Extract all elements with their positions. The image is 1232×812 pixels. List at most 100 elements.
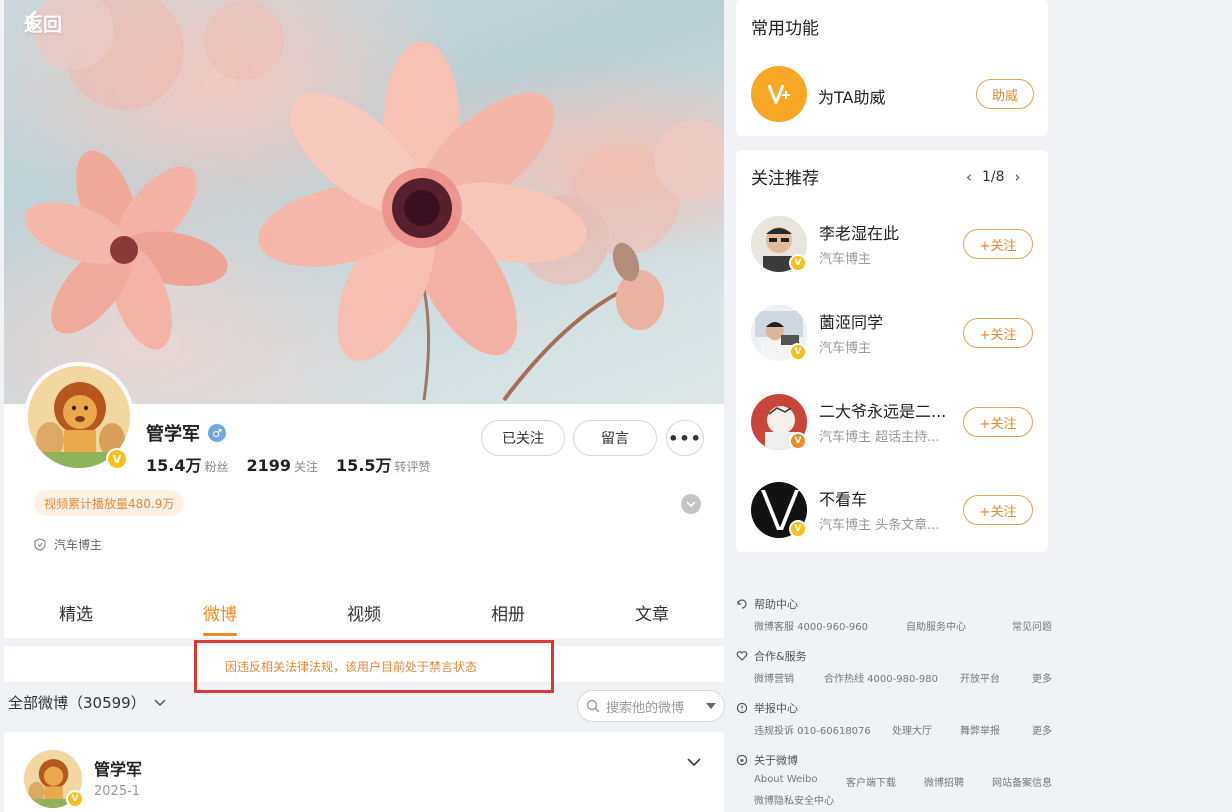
dropdown-triangle-icon[interactable]	[706, 703, 716, 709]
all-posts-filter[interactable]: 全部微博（30599）	[8, 692, 166, 713]
footer-link[interactable]: 舞弊举报	[960, 722, 1000, 737]
recommend-desc: 汽车博主 头条文章...	[819, 518, 940, 533]
tab-articles[interactable]: 文章	[580, 584, 724, 638]
following-stat[interactable]: 2199 关注	[247, 456, 319, 475]
following-count: 2199	[246, 456, 292, 475]
footer-link[interactable]: 更多	[1032, 670, 1052, 685]
footer-link[interactable]: 处理大厅	[892, 722, 932, 737]
search-icon	[586, 699, 600, 713]
tab-album[interactable]: 相册	[436, 584, 580, 638]
profile-tabs: 精选 微博 视频 相册 文章	[4, 584, 724, 638]
footer-link[interactable]: 开放平台	[960, 670, 1000, 685]
footer-link[interactable]: 自助服务中心	[906, 618, 966, 633]
profile-name: 管学军	[146, 424, 200, 445]
footer-link[interactable]: 违规投诉 010-60618076	[754, 722, 871, 737]
footer-link[interactable]: 更多	[1032, 722, 1052, 737]
footer-link[interactable]: 常见问题	[1012, 618, 1052, 633]
followed-button[interactable]: 已关注	[481, 420, 565, 456]
tab-video[interactable]: 视频	[292, 584, 436, 638]
role-label: 汽车博主	[54, 538, 103, 552]
recommend-item: V 不看车 汽车博主 头条文章... +关注	[751, 482, 1041, 542]
follow-button[interactable]: +关注	[963, 407, 1033, 437]
followers-count: 15.4万	[146, 456, 202, 475]
about-weibo-title: 关于微博	[754, 754, 798, 767]
recommend-desc: 汽车博主	[819, 341, 872, 356]
recommend-pager: ‹ 1/8 ›	[966, 168, 1021, 186]
chevron-left-icon	[25, 10, 37, 30]
post-author-name[interactable]: 管学军	[94, 756, 142, 780]
verified-badge-icon: V	[66, 790, 84, 808]
heart-icon	[736, 651, 748, 661]
cover-image: 返回	[4, 0, 724, 404]
recommend-name[interactable]: 二大爷永远是二...	[819, 398, 946, 422]
main-column: 返回 V 管学军 ♂ 15.4万 粉丝 2199 关注 15.5万 转评赞 已关…	[4, 0, 725, 812]
cheer-label: 为TA助威	[818, 88, 886, 107]
flower-illustration	[24, 0, 724, 402]
video-plays-badge: 视频累计播放量480.9万	[34, 490, 185, 516]
cooperation-heading[interactable]: 合作&服务	[736, 648, 807, 664]
follow-recommend-title: 关注推荐	[751, 169, 819, 189]
footer-link[interactable]: 客户端下载	[846, 774, 896, 789]
ban-notice: 因违反相关法律法规，该用户目前处于禁言状态	[194, 640, 554, 693]
cheer-icon[interactable]	[751, 66, 807, 122]
about-weibo-heading[interactable]: 关于微博	[736, 752, 798, 768]
recommend-name[interactable]: 李老湿在此	[819, 220, 899, 244]
post-date: 2025-1	[94, 784, 141, 799]
common-functions-card: 常用功能 为TA助威 助威	[736, 0, 1048, 136]
follow-recommend-card: 关注推荐 ‹ 1/8 › V 李老湿在此 汽车博主 +关注 V 薗洍同学 汽车博…	[736, 150, 1048, 552]
cheer-button[interactable]: 助威	[976, 79, 1034, 109]
verified-badge-icon: V	[789, 520, 807, 538]
more-options-button[interactable]: •••	[666, 420, 704, 456]
tab-weibo[interactable]: 微博	[148, 584, 292, 638]
recommend-item: V 二大爷永远是二... 汽车博主 超话主持... +关注	[751, 394, 1041, 454]
post-menu-chevron-icon[interactable]	[686, 752, 702, 771]
info-icon	[736, 702, 748, 714]
followers-stat[interactable]: 15.4万 粉丝	[146, 452, 229, 476]
footer-link[interactable]: About Weibo	[754, 774, 817, 785]
shield-icon	[34, 538, 46, 551]
recommend-name[interactable]: 薗洍同学	[819, 309, 883, 333]
footer-link[interactable]: 合作热线 4000-980-980	[824, 670, 938, 685]
followers-label: 粉丝	[204, 460, 229, 474]
prev-page-icon[interactable]: ‹	[966, 168, 972, 186]
footer-link[interactable]: 微博客服 4000-960-960	[754, 618, 868, 633]
recommend-desc: 汽车博主 超话主持...	[819, 430, 940, 445]
tab-featured[interactable]: 精选	[4, 584, 148, 638]
verified-badge-icon: V	[106, 448, 128, 470]
help-icon	[737, 599, 747, 609]
verified-badge-icon: V	[789, 343, 807, 361]
verified-badge-icon: V	[789, 254, 807, 272]
verified-badge-icon: V	[789, 432, 807, 450]
post-card: V 管学军 2025-1	[4, 732, 724, 812]
reposts-label: 转评赞	[394, 460, 431, 474]
follow-button[interactable]: +关注	[963, 318, 1033, 348]
report-center-title: 举报中心	[754, 702, 798, 715]
profile-card: V 管学军 ♂ 15.4万 粉丝 2199 关注 15.5万 转评赞 已关注 留…	[4, 362, 724, 638]
reposts-count: 15.5万	[336, 456, 392, 475]
next-page-icon[interactable]: ›	[1015, 168, 1021, 186]
report-center-heading[interactable]: 举报中心	[736, 700, 798, 716]
footer-link[interactable]: 网站备案信息	[992, 774, 1052, 789]
role-row: 汽车博主	[34, 536, 102, 553]
weibo-logo-icon	[736, 754, 748, 766]
footer-link[interactable]: 微博招聘	[924, 774, 964, 789]
back-button[interactable]: 返回	[24, 10, 62, 37]
male-gender-icon: ♂	[208, 424, 226, 442]
search-posts-input[interactable]: 搜索他的微博	[577, 690, 725, 722]
recommend-desc: 汽车博主	[819, 252, 872, 267]
cooperation-title: 合作&服务	[754, 650, 807, 663]
message-button[interactable]: 留言	[573, 420, 657, 456]
footer-link[interactable]: 微博营销	[754, 670, 794, 685]
help-center-title: 帮助中心	[754, 598, 798, 611]
profile-stats: 15.4万 粉丝 2199 关注 15.5万 转评赞	[146, 452, 431, 476]
chevron-down-icon	[154, 698, 166, 706]
recommend-name[interactable]: 不看车	[819, 486, 867, 510]
follow-button[interactable]: +关注	[963, 495, 1033, 525]
page-indicator: 1/8	[982, 169, 1005, 185]
follow-button[interactable]: +关注	[963, 229, 1033, 259]
footer-link[interactable]: 微博隐私安全中心	[754, 792, 834, 807]
reposts-stat: 15.5万 转评赞	[336, 452, 431, 476]
expand-chevron-icon[interactable]	[681, 494, 701, 514]
help-center-heading[interactable]: 帮助中心	[736, 596, 798, 612]
recommend-item: V 李老湿在此 汽车博主 +关注	[751, 216, 1041, 276]
